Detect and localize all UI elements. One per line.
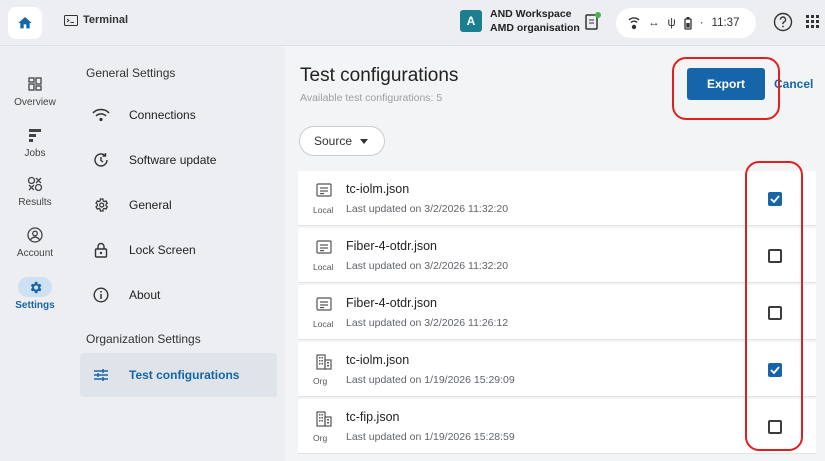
menu-item-label: General [129,198,172,212]
clock: 11:37 [711,17,740,29]
config-checkbox[interactable] [768,420,782,434]
help-button[interactable] [773,12,793,32]
config-checkbox[interactable] [768,192,782,206]
status-pill[interactable]: ↔ ψ · 11:37 [616,8,756,38]
config-name: tc-fip.json [346,410,400,424]
document-icon [316,240,332,254]
menu-item-about[interactable]: About [80,273,277,317]
sliders-icon [90,368,112,382]
workspace-badge: A [460,10,482,32]
config-count: Available test configurations: 5 [300,92,443,104]
config-source: Local [313,262,334,272]
config-updated: Last updated on 3/2/2026 11:26:12 [346,317,509,329]
organization-icon [316,354,332,370]
config-checkbox[interactable] [768,363,782,377]
general-settings-heading: General Settings [86,66,176,80]
wifi-icon [90,108,112,122]
document-icon [316,297,332,311]
menu-item-test-configurations[interactable]: Test configurations [80,353,277,397]
nav-overview[interactable]: Overview [0,74,70,108]
status-separator: · [699,17,704,29]
jobs-icon [18,125,52,145]
settings-menu: General Settings Connections Software up… [70,47,285,461]
config-name: tc-iolm.json [346,182,410,196]
config-source: Org [313,433,328,443]
menu-item-connections[interactable]: Connections [80,93,277,137]
config-name: Fiber-4-otdr.json [346,296,438,310]
terminal-icon [64,14,78,26]
config-row[interactable]: Org tc-iolm.json Last updated on 1/19/2026… [298,342,816,397]
config-source: Org [313,376,328,386]
menu-item-label: Test configurations [129,368,240,382]
organization-settings-heading: Organization Settings [86,332,201,346]
nav-results[interactable]: Results [0,174,70,208]
apps-button[interactable] [806,15,819,28]
config-name: Fiber-4-otdr.json [346,239,438,253]
document-icon [316,183,332,197]
menu-item-lock-screen[interactable]: Lock Screen [80,228,277,272]
signal-icon [628,17,640,30]
cancel-button[interactable]: Cancel [774,77,813,91]
help-icon [773,12,793,32]
config-checkbox[interactable] [768,306,782,320]
terminal-tab[interactable]: Terminal [64,14,128,26]
nav-results-label: Results [18,197,52,208]
config-name: tc-iolm.json [346,353,410,367]
config-row[interactable]: Local tc-iolm.json Last updated on 3/2/202… [298,171,816,226]
config-updated: Last updated on 3/2/2026 11:32:20 [346,260,509,272]
menu-item-label: About [129,288,161,302]
gear-icon [90,197,112,213]
main-content: Test configurations Available test confi… [285,47,825,461]
workspace-name: AND Workspace [490,8,572,20]
source-filter-label: Source [314,134,353,148]
config-source: Local [313,205,334,215]
export-button[interactable]: Export [687,68,765,100]
check-icon [770,195,780,203]
menu-item-label: Connections [129,108,196,122]
nav-settings-label: Settings [15,300,55,311]
config-source: Local [313,319,334,329]
dashboard-icon [18,74,52,94]
config-checkbox[interactable] [768,249,782,263]
clipboard-status-icon[interactable] [584,12,602,32]
results-icon [18,174,52,194]
config-row[interactable]: Org tc-fip.json Last updated on 1/19/2026 … [298,399,816,454]
config-row[interactable]: Local Fiber-4-otdr.json Last updated on 3/… [298,228,816,283]
nav-jobs[interactable]: Jobs [0,125,70,159]
workspace-org: AMD organisation [490,22,580,34]
nav-account-label: Account [16,248,54,259]
config-updated: Last updated on 1/19/2026 15:28:59 [346,431,515,443]
config-updated: Last updated on 1/19/2026 15:29:09 [346,374,515,386]
connection-arrows-icon: ↔ [648,17,660,29]
top-bar: Terminal A AND Workspace AMD organisatio… [0,0,825,46]
lock-icon [90,242,112,258]
update-icon [90,152,112,168]
menu-item-software-update[interactable]: Software update [80,138,277,182]
config-updated: Last updated on 3/2/2026 11:32:20 [346,203,509,215]
gear-icon [18,277,52,297]
nav-jobs-label: Jobs [24,148,46,159]
terminal-label: Terminal [83,14,129,26]
nav-overview-label: Overview [14,97,56,108]
organization-icon [316,411,332,427]
account-icon [18,225,52,245]
caret-down-icon [360,138,369,144]
home-button[interactable] [8,7,42,39]
menu-item-label: Software update [129,153,217,167]
check-icon [770,366,780,374]
left-nav: Overview Jobs Results Account Settings [0,47,70,461]
menu-item-general[interactable]: General [80,183,277,227]
menu-item-label: Lock Screen [129,243,196,257]
battery-icon [684,16,692,30]
source-filter-dropdown[interactable]: Source [299,126,385,156]
apps-grid-icon [806,15,819,28]
nav-account[interactable]: Account [0,225,70,259]
workspace-selector[interactable]: A AND Workspace AMD organisation [460,7,580,35]
nav-settings[interactable]: Settings [0,277,70,311]
page-title: Test configurations [300,65,459,86]
usb-icon: ψ [667,17,676,29]
info-icon [90,287,112,303]
config-row[interactable]: Local Fiber-4-otdr.json Last updated on 3/… [298,285,816,340]
home-icon [18,17,32,29]
